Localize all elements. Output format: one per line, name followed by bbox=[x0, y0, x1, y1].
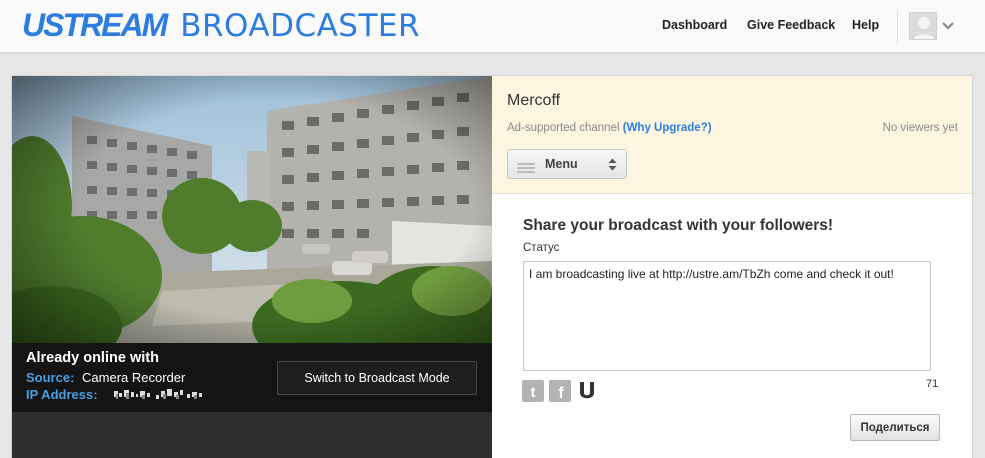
nav-divider bbox=[897, 10, 898, 44]
broadcast-column: Already online with Source: Camera Recor… bbox=[12, 76, 492, 458]
hamburger-icon bbox=[517, 160, 535, 173]
online-info-bar: Already online with Source: Camera Recor… bbox=[12, 343, 492, 412]
channel-name: Mercoff bbox=[507, 92, 561, 109]
character-count: 71 bbox=[926, 378, 939, 390]
twitter-icon[interactable]: t bbox=[522, 380, 544, 402]
menu-label: Menu bbox=[545, 157, 578, 171]
broadcast-column-footer bbox=[12, 412, 492, 458]
nav-give-feedback-link[interactable]: Give Feedback bbox=[747, 18, 835, 32]
source-value: Camera Recorder bbox=[82, 370, 186, 385]
why-upgrade-link[interactable]: (Why Upgrade?) bbox=[623, 122, 712, 134]
logo-product-name: BROADCASTER bbox=[180, 8, 421, 44]
chevron-down-icon[interactable] bbox=[941, 19, 955, 31]
ip-address-redacted bbox=[113, 388, 205, 402]
channel-menu-button[interactable]: Menu bbox=[507, 149, 627, 179]
share-button[interactable]: Поделиться bbox=[850, 414, 940, 441]
ad-supported-label: Ad-supported channel bbox=[507, 122, 620, 134]
channel-plan-text: Ad-supported channel (Why Upgrade?) bbox=[507, 122, 712, 134]
svg-text:t: t bbox=[531, 384, 536, 401]
camera-preview bbox=[12, 76, 492, 343]
status-message-input[interactable]: I am broadcasting live at http://ustre.a… bbox=[523, 261, 931, 371]
channel-info-box: Mercoff Ad-supported channel (Why Upgrad… bbox=[492, 76, 972, 194]
user-avatar-icon[interactable] bbox=[909, 12, 937, 40]
ip-address-label: IP Address: bbox=[26, 387, 98, 402]
svg-text:f: f bbox=[558, 385, 564, 402]
viewer-count-text: No viewers yet bbox=[882, 122, 958, 134]
nav-help-link[interactable]: Help bbox=[852, 18, 879, 32]
ustream-icon[interactable] bbox=[576, 380, 598, 402]
share-heading: Share your broadcast with your followers… bbox=[523, 217, 834, 234]
top-bar: USTREAM BROADCASTER Dashboard Give Feedb… bbox=[0, 0, 985, 53]
status-label: Статус bbox=[523, 242, 560, 254]
nav-dashboard-link[interactable]: Dashboard bbox=[662, 18, 727, 32]
switch-to-broadcast-mode-button[interactable]: Switch to Broadcast Mode bbox=[277, 361, 477, 395]
facebook-icon[interactable]: f bbox=[549, 380, 571, 402]
ip-address-row: IP Address: bbox=[26, 387, 98, 402]
source-label: Source: bbox=[26, 370, 75, 385]
source-row: Source: Camera Recorder bbox=[26, 370, 185, 385]
ustream-logo[interactable]: USTREAM BROADCASTER bbox=[22, 7, 420, 47]
online-status-title: Already online with bbox=[26, 350, 159, 366]
up-down-arrows-icon bbox=[608, 158, 617, 171]
logo-word: USTREAM bbox=[22, 7, 168, 43]
